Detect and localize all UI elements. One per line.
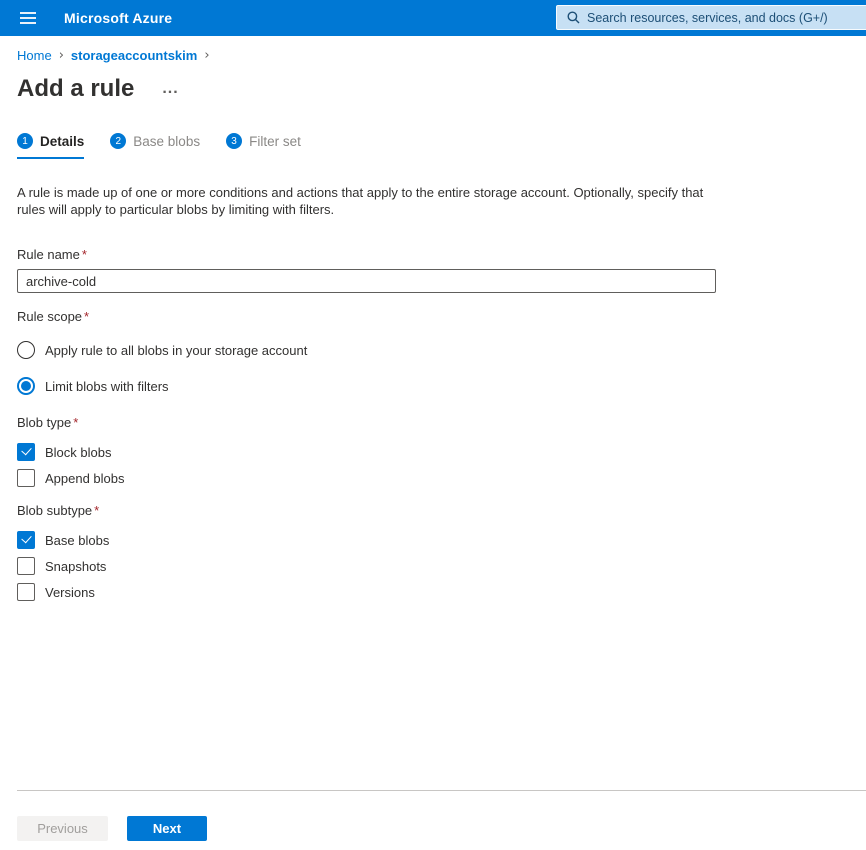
blob-type-label: Blob type*: [17, 415, 866, 430]
checkbox-unchecked-icon: [17, 469, 35, 487]
radio-unselected-icon: [17, 341, 35, 359]
required-asterisk: *: [73, 415, 78, 430]
rule-name-label-text: Rule name: [17, 247, 80, 262]
checkbox-base-blobs-label: Base blobs: [45, 533, 109, 548]
required-asterisk: *: [84, 309, 89, 324]
required-asterisk: *: [82, 247, 87, 262]
checkbox-append-blobs[interactable]: Append blobs: [17, 469, 125, 487]
global-search[interactable]: [556, 5, 866, 30]
blob-subtype-label-text: Blob subtype: [17, 503, 92, 518]
tab-details-label: Details: [40, 134, 84, 149]
breadcrumb: Home › storageaccountskim ›: [0, 36, 866, 63]
radio-limit-blobs-filters[interactable]: Limit blobs with filters: [17, 376, 169, 396]
checkbox-snapshots-label: Snapshots: [45, 559, 106, 574]
breadcrumb-home-link[interactable]: Home: [17, 48, 52, 63]
rule-name-label: Rule name*: [17, 247, 866, 262]
checkbox-versions-label: Versions: [45, 585, 95, 600]
search-icon: [567, 11, 580, 24]
breadcrumb-storage-account-link[interactable]: storageaccountskim: [71, 48, 197, 63]
radio-selected-icon: [17, 377, 35, 395]
breadcrumb-chevron-icon: ›: [204, 48, 209, 63]
step-3-badge: 3: [226, 133, 242, 149]
rule-description-text: A rule is made up of one or more conditi…: [17, 184, 712, 218]
tab-filter-set[interactable]: 3 Filter set: [226, 133, 301, 159]
step-2-badge: 2: [110, 133, 126, 149]
next-button[interactable]: Next: [127, 816, 207, 841]
radio-apply-all-blobs-label: Apply rule to all blobs in your storage …: [45, 343, 307, 358]
tab-details[interactable]: 1 Details: [17, 133, 84, 159]
azure-brand-title[interactable]: Microsoft Azure: [64, 10, 172, 26]
breadcrumb-chevron-icon: ›: [59, 48, 64, 63]
step-1-badge: 1: [17, 133, 33, 149]
search-input[interactable]: [587, 11, 866, 25]
checkbox-block-blobs-label: Block blobs: [45, 445, 111, 460]
rule-scope-label-text: Rule scope: [17, 309, 82, 324]
required-asterisk: *: [94, 503, 99, 518]
blob-subtype-label: Blob subtype*: [17, 503, 866, 518]
hamburger-menu-icon[interactable]: [10, 0, 46, 36]
checkbox-block-blobs[interactable]: Block blobs: [17, 443, 111, 461]
checkbox-snapshots[interactable]: Snapshots: [17, 557, 106, 575]
rule-scope-label: Rule scope*: [17, 309, 866, 324]
title-row: Add a rule ...: [0, 63, 866, 104]
previous-button[interactable]: Previous: [17, 816, 108, 841]
blob-type-label-text: Blob type: [17, 415, 71, 430]
checkbox-unchecked-icon: [17, 583, 35, 601]
more-options-icon[interactable]: ...: [162, 84, 178, 94]
tab-base-blobs[interactable]: 2 Base blobs: [110, 133, 200, 159]
checkbox-versions[interactable]: Versions: [17, 583, 95, 601]
page-title: Add a rule: [17, 74, 134, 104]
checkbox-unchecked-icon: [17, 557, 35, 575]
checkbox-checked-icon: [17, 443, 35, 461]
checkbox-append-blobs-label: Append blobs: [45, 471, 125, 486]
tab-base-blobs-label: Base blobs: [133, 134, 200, 149]
checkbox-base-blobs[interactable]: Base blobs: [17, 531, 109, 549]
radio-limit-blobs-filters-label: Limit blobs with filters: [45, 379, 169, 394]
wizard-tabs: 1 Details 2 Base blobs 3 Filter set: [0, 133, 866, 159]
footer-buttons: Previous Next: [17, 816, 207, 841]
rule-name-input[interactable]: [17, 269, 716, 293]
footer-divider: [17, 790, 866, 791]
radio-apply-all-blobs[interactable]: Apply rule to all blobs in your storage …: [17, 340, 307, 360]
tab-filter-set-label: Filter set: [249, 134, 301, 149]
top-bar: Microsoft Azure: [0, 0, 866, 36]
checkbox-checked-icon: [17, 531, 35, 549]
details-form: A rule is made up of one or more conditi…: [0, 184, 866, 601]
